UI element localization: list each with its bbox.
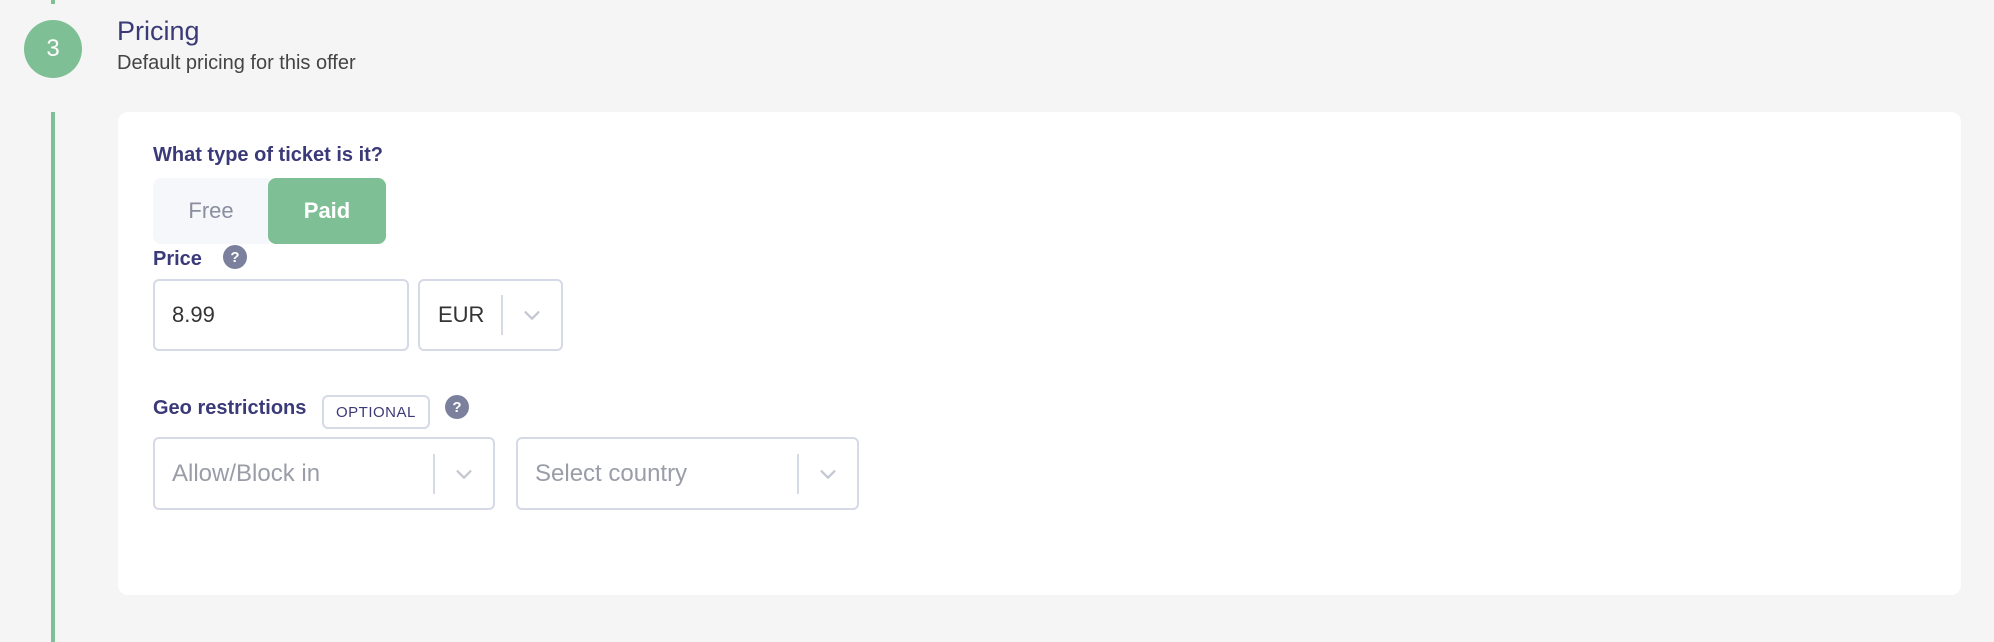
step-number-badge: 3 <box>24 20 82 78</box>
price-input[interactable]: 8.99 <box>153 279 409 351</box>
question-circle-icon[interactable]: ? <box>445 395 469 419</box>
optional-badge: OPTIONAL <box>322 395 430 429</box>
geo-help-glyph: ? <box>452 398 462 416</box>
allow-block-placeholder: Allow/Block in <box>172 459 321 487</box>
step-title: Pricing <box>117 16 200 46</box>
timeline-connector-top <box>51 0 55 4</box>
country-select[interactable]: Select country <box>516 437 859 510</box>
timeline-connector <box>51 112 55 642</box>
chevron-down-icon[interactable] <box>453 463 475 485</box>
price-value: 8.99 <box>172 302 215 327</box>
chevron-down-icon[interactable] <box>521 304 543 326</box>
country-placeholder: Select country <box>535 459 688 487</box>
currency-separator <box>501 295 503 335</box>
ticket-type-paid-button[interactable]: Paid <box>268 178 386 244</box>
currency-value: EUR <box>438 302 485 327</box>
step-subtitle: Default pricing for this offer <box>117 52 356 74</box>
allow-block-select[interactable]: Allow/Block in <box>153 437 495 510</box>
step-number: 3 <box>46 35 60 62</box>
question-circle-icon[interactable]: ? <box>223 245 247 269</box>
chevron-down-icon[interactable] <box>817 463 839 485</box>
pricing-card <box>118 112 1961 595</box>
ticket-type-free-button[interactable]: Free <box>153 178 269 244</box>
geo-restrictions-label: Geo restrictions <box>153 397 307 419</box>
price-help-glyph: ? <box>230 248 240 266</box>
country-separator <box>797 453 799 494</box>
pricing-step: 3 Pricing Default pricing for this offer… <box>0 0 1994 642</box>
price-label: Price <box>153 248 202 270</box>
ticket-type-label: What type of ticket is it? <box>153 144 384 166</box>
currency-select[interactable]: EUR <box>418 279 563 351</box>
allow-block-separator <box>433 453 435 494</box>
